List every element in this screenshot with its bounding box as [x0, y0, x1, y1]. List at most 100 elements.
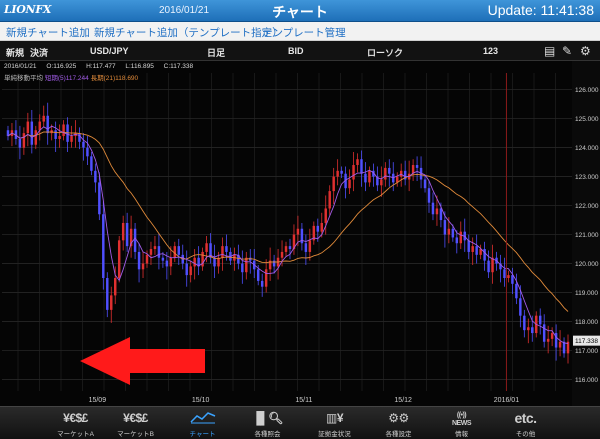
news-icon: ((•)) NEWS: [452, 412, 472, 427]
candle-body: [443, 220, 447, 235]
candle-body: [70, 136, 73, 142]
y-tick-label: 118.000: [575, 319, 598, 326]
candle-body: [451, 228, 455, 238]
tab-etc[interactable]: etc. その他: [492, 407, 559, 439]
currency-icon: ¥€$£: [123, 411, 148, 425]
candle-body: [102, 214, 105, 279]
candle-body: [503, 269, 506, 279]
template-manage-link[interactable]: テンプレート管理: [262, 25, 346, 40]
candle-body: [542, 324, 546, 342]
candle-body: [18, 138, 22, 148]
candle-body: [523, 315, 526, 331]
candle-body: [491, 257, 494, 273]
ma-label: 単純移動平均: [4, 75, 43, 82]
candle-body: [256, 269, 260, 281]
candle-body: [550, 333, 554, 339]
candle-body: [153, 246, 157, 250]
tab-margin-status[interactable]: ▥¥ 証拠金状況: [301, 407, 368, 439]
chart-canvas[interactable]: 116.000 117.000 118.000 119.000 120.000 121.0…: [0, 61, 600, 406]
ohlc-close: C:117.338: [163, 63, 194, 70]
candle-body: [340, 170, 343, 174]
candle-body: [280, 251, 284, 258]
candle-body: [308, 240, 312, 252]
candle-body: [149, 249, 153, 255]
tab-label: 各種照会: [254, 431, 281, 438]
candle-body: [558, 341, 562, 348]
pencil-icon[interactable]: ✎: [562, 44, 572, 58]
ohlc-high: H:117.477: [86, 63, 116, 70]
update-time: Update: 11:41:38: [487, 2, 594, 18]
candle-body: [423, 179, 427, 189]
candle-body: [62, 124, 65, 137]
candle-body: [304, 243, 308, 252]
tab-inquiry[interactable]: ▐▌🔍︎ 各種照会: [234, 407, 301, 439]
candle-body: [137, 251, 141, 270]
chart-type-select[interactable]: ローソク: [367, 46, 403, 59]
tab-chart[interactable]: チャート: [169, 407, 236, 439]
x-tick-label: 15/11: [295, 397, 312, 404]
candle-body: [527, 327, 530, 331]
candle-body: [106, 278, 109, 310]
candle-body: [471, 246, 474, 252]
candle-body: [368, 170, 371, 183]
candle-body: [169, 257, 173, 267]
tab-market-b[interactable]: ¥€$£ マーケットB: [102, 407, 169, 439]
tab-label: 情報: [455, 431, 468, 438]
tab-label: マーケットA: [57, 431, 94, 438]
candle-body: [324, 208, 327, 223]
tab-market-a[interactable]: ¥€$£ マーケットA: [42, 407, 109, 439]
candle-body: [399, 170, 403, 177]
candlestick-chart[interactable]: 116.000 117.000 118.000 119.000 120.000 121.0…: [0, 61, 600, 406]
candle-body: [145, 254, 149, 264]
candle-body: [487, 260, 490, 273]
x-tick-label: 15/12: [394, 397, 412, 404]
candle-body: [467, 240, 470, 252]
tab-settings[interactable]: ⚙⚙ 各種設定: [365, 407, 432, 439]
currency-pair-select[interactable]: USD/JPY: [90, 46, 129, 56]
bar-count-select[interactable]: 123: [483, 46, 498, 56]
candle-body: [161, 257, 165, 261]
add-chart-template-link[interactable]: 新規チャート追加（テンプレート指定）: [94, 25, 283, 40]
ohlc-open: O:116.925: [46, 63, 77, 70]
settle-button[interactable]: 決済: [30, 46, 48, 59]
add-chart-link[interactable]: 新規チャート追加: [6, 25, 90, 40]
candle-body: [364, 173, 367, 183]
candle-body: [245, 257, 248, 273]
y-tick-label: 124.000: [575, 145, 599, 152]
candle-body: [546, 338, 550, 342]
bottom-tab-bar: ¥€$£ マーケットA ¥€$£ マーケットB チャート ▐▌🔍︎ 各種照会 ▥…: [0, 406, 600, 439]
candle-body: [328, 191, 331, 209]
currency-icon: ¥€$£: [63, 411, 88, 425]
panel-icon[interactable]: ▤: [544, 44, 555, 58]
candle-body: [141, 263, 145, 270]
gear-icon[interactable]: ⚙: [580, 44, 591, 58]
candle-body: [332, 176, 335, 192]
candle-body: [427, 188, 431, 203]
candle-body: [519, 298, 522, 316]
gear-icon: ⚙⚙: [388, 411, 409, 425]
period-select[interactable]: 日足: [207, 46, 225, 59]
current-price-label: 117.338: [575, 338, 598, 345]
bid-ask-select[interactable]: BID: [288, 46, 304, 56]
tab-news[interactable]: ((•)) NEWS 情報: [428, 407, 495, 439]
candle-body: [22, 133, 26, 148]
y-tick-label: 122.000: [575, 203, 599, 210]
candle-body: [380, 179, 383, 186]
candle-body: [388, 167, 391, 174]
moving-average-legend: 単純移動平均 短期(5)117.244 長期(21)118.690: [4, 72, 138, 82]
ohlc-low: L:116.895: [125, 63, 154, 70]
candle-body: [415, 165, 419, 168]
new-order-button[interactable]: 新規: [6, 46, 24, 59]
search-chart-icon: ▐▌🔍︎: [252, 411, 283, 425]
candle-body: [26, 121, 30, 134]
candle-body: [356, 159, 359, 166]
candle-body: [515, 283, 518, 299]
candle-body: [78, 133, 81, 142]
candle-body: [272, 260, 276, 267]
y-tick-label: 125.000: [575, 116, 599, 123]
etc-icon: etc.: [514, 410, 537, 426]
candle-body: [121, 222, 125, 241]
x-tick-label: 15/10: [192, 397, 210, 404]
y-tick-label: 121.000: [575, 232, 599, 239]
candle-body: [165, 260, 169, 267]
